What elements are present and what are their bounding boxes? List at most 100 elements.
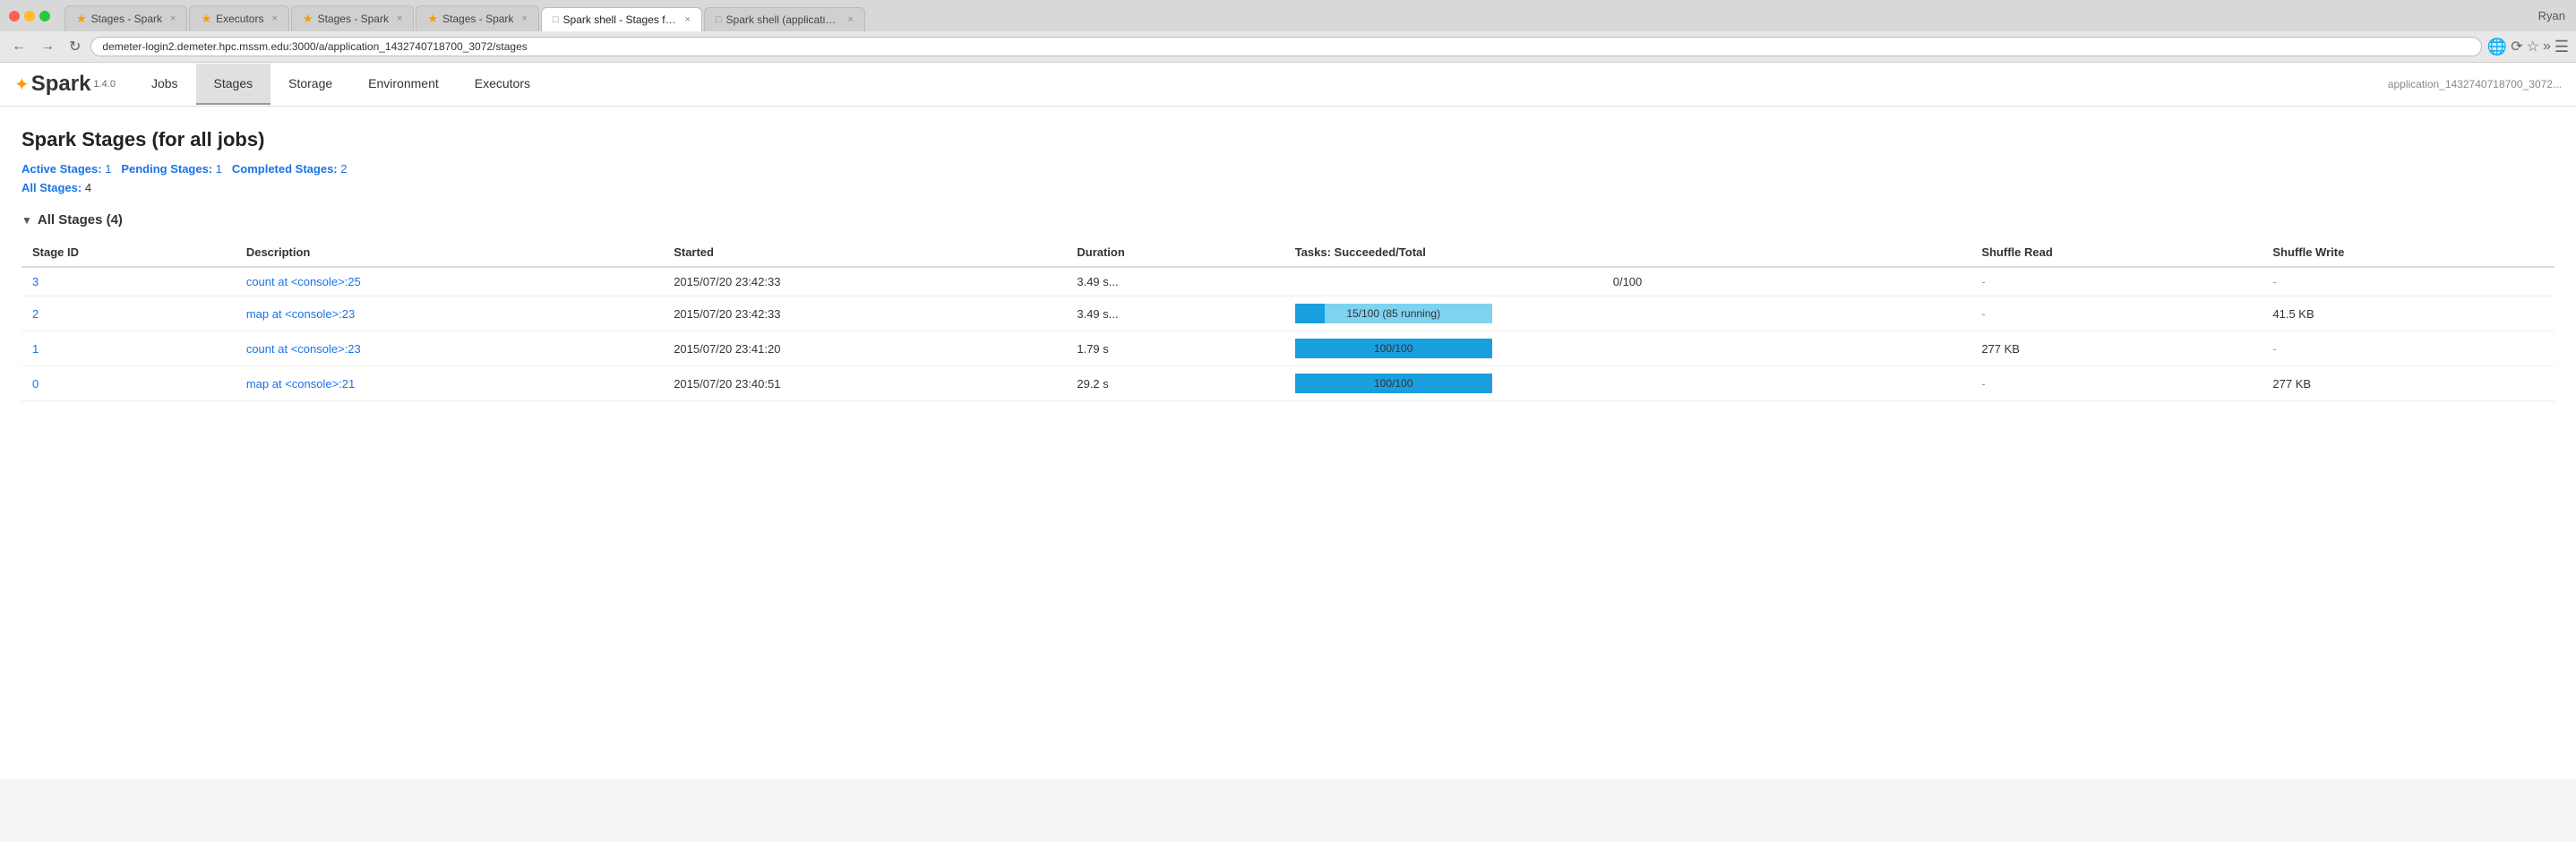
browser-tab-tab2[interactable]: ★ Executors × [189,5,288,31]
tab-close-tab2[interactable]: × [271,13,277,24]
browser-user: Ryan [2538,9,2565,22]
col-duration: Duration [1066,238,1284,267]
stage-id-link[interactable]: 2 [32,307,39,321]
nav-tab-environment[interactable]: Environment [350,64,457,105]
description-link[interactable]: map at <console>:21 [246,377,355,391]
shuffle-read-cell: - [1971,366,2262,401]
all-stages-section-header[interactable]: ▼ All Stages (4) [21,212,2555,228]
browser-tab-tab4[interactable]: ★ Stages - Spark × [416,5,538,31]
reload-button[interactable]: ↻ [64,36,85,57]
tab-favicon-tab3: ★ [303,12,313,26]
task-bar: 15/100 (85 running) [1295,304,1492,323]
shuffle-write-cell: 41.5 KB [2262,296,2555,331]
tab-label-tab4: Stages - Spark [442,13,513,25]
tasks-cell: 0/100 [1284,267,1971,296]
col-description: Description [236,238,663,267]
tab-favicon-tab2: ★ [201,12,211,26]
duration-cell: 3.49 s... [1066,267,1284,296]
page-title: Spark Stages (for all jobs) [21,128,2555,151]
nav-tabs: Jobs Stages Storage Environment Executor… [133,64,2388,105]
table-row: 2map at <console>:232015/07/20 23:42:333… [21,296,2555,331]
shuffle-read-cell: - [1971,267,2262,296]
main-content: Spark Stages (for all jobs) Active Stage… [0,107,2576,423]
app-content: ✦ Spark 1.4.0 Jobs Stages Storage Enviro… [0,63,2576,779]
forward-button[interactable]: → [36,37,59,56]
stage-id-cell: 3 [21,267,236,296]
description-cell: map at <console>:21 [236,366,663,401]
shuffle-write-cell: 277 KB [2262,366,2555,401]
col-started: Started [663,238,1066,267]
tab-close-tab3[interactable]: × [397,13,402,24]
pending-stages-link[interactable]: Pending Stages: 1 [121,162,225,176]
collapse-arrow-icon: ▼ [21,214,32,227]
stage-id-link[interactable]: 0 [32,377,39,391]
description-link[interactable]: count at <console>:23 [246,342,361,356]
browser-tab-tab3[interactable]: ★ Stages - Spark × [291,5,414,31]
tab-favicon-tab4: ★ [427,12,438,26]
tab-label-tab1: Stages - Spark [91,13,162,25]
browser-tab-tab5[interactable]: □ Spark shell - Stages for All × [541,7,702,31]
browser-chrome: ★ Stages - Spark × ★ Executors × ★ Stages - Spa… [0,0,2576,63]
stage-summary-line2: All Stages: 4 [21,181,2555,194]
more-icon[interactable]: » [2543,39,2551,55]
maximize-button[interactable] [39,11,50,21]
stage-id-link[interactable]: 3 [32,275,39,288]
stage-summary: Active Stages: 1 Pending Stages: 1 Compl… [21,162,2555,176]
nav-tab-stages[interactable]: Stages [196,64,271,105]
shuffle-write-cell: - [2262,331,2555,366]
tasks-cell: 100/100 [1284,331,1971,366]
duration-cell: 1.79 s [1066,331,1284,366]
completed-stages-link[interactable]: Completed Stages: 2 [232,162,348,176]
url-text: demeter-login2.demeter.hpc.mssm.edu:3000… [102,40,527,53]
table-row: 1 count at <console>:23 2015/07/20 23:41:2… [21,331,2555,366]
shuffle-read-cell: - [1971,296,2262,331]
browser-actions: 🌐 ⟳ ☆ » ☰ [2487,38,2569,56]
stage-id-cell: 0 [21,366,236,401]
minimize-button[interactable] [24,11,35,21]
address-bar: ← → ↻ demeter-login2.demeter.hpc.mssm.ed… [0,31,2576,62]
close-button[interactable] [9,11,20,21]
description-link[interactable]: count at <console>:25 [246,275,361,288]
started-cell: 2015/07/20 23:40:51 [663,366,1066,401]
tab-favicon-tab5: □ [553,14,559,25]
menu-icon[interactable]: ☰ [2555,38,2569,56]
nav-app-id: application_1432740718700_3072... [2388,78,2562,90]
duration-cell: 29.2 s [1066,366,1284,401]
started-cell: 2015/07/20 23:41:20 [663,331,1066,366]
col-shuffle-write: Shuffle Write [2262,238,2555,267]
tab-close-tab6[interactable]: × [847,14,853,25]
nav-tab-storage[interactable]: Storage [270,64,350,105]
tab-label-tab5: Spark shell - Stages for All [563,13,677,26]
description-cell: count at <console>:25 [236,267,663,296]
description-cell: map at <console>:23 [236,296,663,331]
tab-close-tab1[interactable]: × [170,13,176,24]
shuffle-read-cell: 277 KB [1971,331,2262,366]
description-link[interactable]: map at <console>:23 [246,307,355,321]
tab-label-tab2: Executors [216,13,263,25]
tab-close-tab5[interactable]: × [684,14,690,25]
star-icon[interactable]: ☆ [2527,38,2539,56]
active-stages-link[interactable]: Active Stages: 1 [21,162,115,176]
browser-tab-tab1[interactable]: ★Stages - Spark× [64,5,187,31]
refresh-icon[interactable]: ⟳ [2511,38,2522,56]
tab-label-tab3: Stages - Spark [318,13,389,25]
back-button[interactable]: ← [7,37,30,56]
tab-label-tab6: Spark shell (application_14... [726,13,840,26]
all-stages-link[interactable]: All Stages: [21,181,85,194]
traffic-lights [0,0,59,31]
nav-tab-jobs[interactable]: Jobs [133,64,196,105]
task-bar-label: 15/100 (85 running) [1295,307,1492,320]
stages-tbody: 3count at <console>:252015/07/20 23:42:3… [21,267,2555,401]
nav-tab-executors[interactable]: Executors [457,64,548,105]
table-header: Stage ID Description Started Duration Ta… [21,238,2555,267]
tab-close-tab4[interactable]: × [521,13,527,24]
spark-logo: ✦ Spark 1.4.0 [14,63,116,106]
col-tasks: Tasks: Succeeded/Total [1284,238,1971,267]
url-bar[interactable]: demeter-login2.demeter.hpc.mssm.edu:3000… [90,37,2481,56]
tasks-cell: 100/100 [1284,366,1971,401]
spark-flame-icon: ✦ [14,73,30,96]
stage-id-link[interactable]: 1 [32,342,39,356]
globe-icon[interactable]: 🌐 [2487,38,2507,56]
tab-favicon-tab6: □ [716,14,722,25]
browser-tab-tab6[interactable]: □ Spark shell (application_14... × [704,7,865,31]
